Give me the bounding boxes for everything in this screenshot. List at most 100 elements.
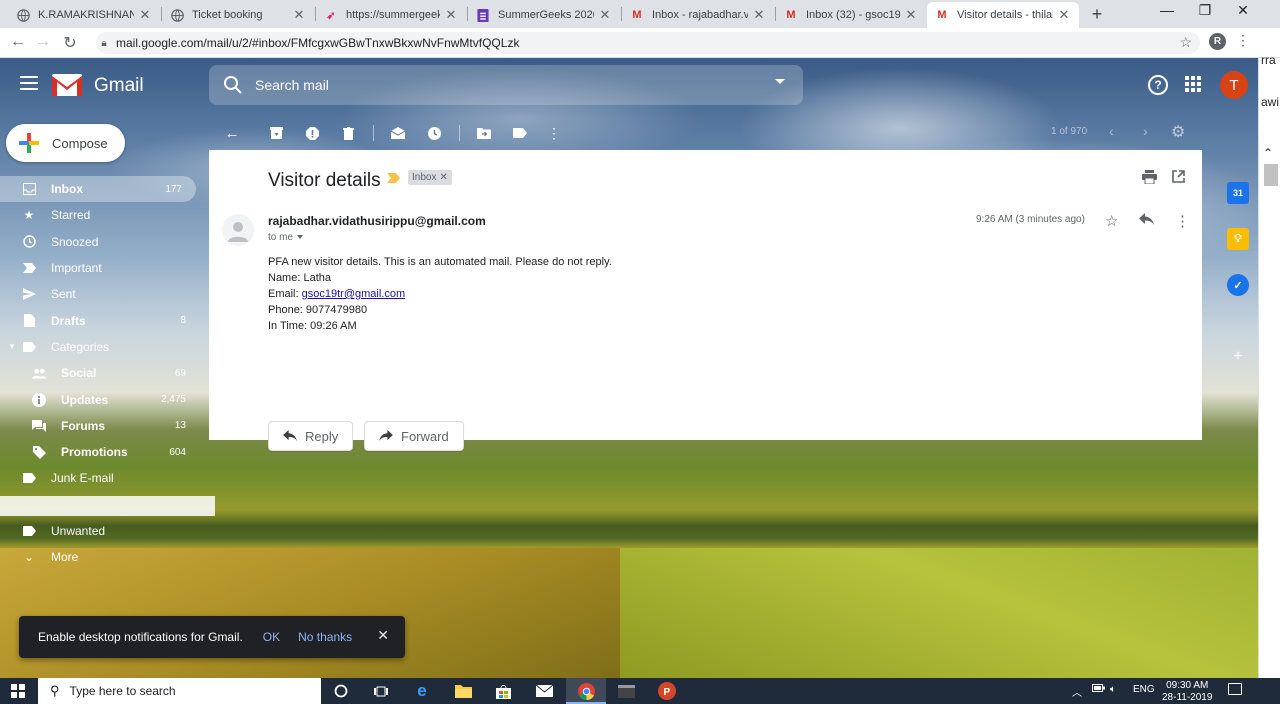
- compose-button[interactable]: Compose: [6, 124, 125, 162]
- report-spam-icon[interactable]: [303, 124, 321, 142]
- archive-icon[interactable]: [267, 124, 285, 142]
- sender-avatar[interactable]: [222, 214, 254, 246]
- powerpoint-icon[interactable]: P: [658, 682, 676, 700]
- labels-icon[interactable]: [511, 124, 529, 142]
- browser-tab[interactable]: K.RAMAKRISHNAN GR ✕: [8, 2, 160, 28]
- url-bar[interactable]: 🔒︎ mail.google.com/mail/u/2/#inbox/FMfcg…: [96, 32, 1200, 54]
- nav-item-important[interactable]: Important: [0, 255, 200, 281]
- close-icon[interactable]: ✕: [444, 7, 458, 23]
- nav-item-social[interactable]: Social 69: [0, 360, 200, 386]
- show-hidden-icons-chevron-icon[interactable]: ︿: [1072, 684, 1082, 699]
- remove-label-icon[interactable]: ✕: [439, 172, 447, 183]
- star-icon[interactable]: ☆: [1105, 212, 1118, 230]
- nav-item-snoozed[interactable]: Snoozed: [0, 229, 200, 255]
- add-addon-icon[interactable]: +: [1227, 346, 1249, 368]
- forward-button[interactable]: Forward: [364, 421, 464, 451]
- chrome-icon[interactable]: [577, 682, 595, 700]
- main-menu-icon[interactable]: [20, 76, 38, 90]
- nav-item-promotions[interactable]: Promotions 604: [0, 439, 200, 465]
- scroll-up-chevron-icon[interactable]: ⌃: [1263, 146, 1273, 160]
- caret-down-icon[interactable]: ▼: [8, 342, 16, 351]
- search-options-icon[interactable]: [775, 79, 785, 84]
- bookmark-star-icon[interactable]: ☆: [1179, 34, 1192, 51]
- nav-item-more[interactable]: ⌄ More: [0, 544, 200, 570]
- more-actions-icon[interactable]: ⋮: [545, 124, 563, 142]
- store-icon[interactable]: [494, 682, 512, 700]
- mark-unread-icon[interactable]: [389, 124, 407, 142]
- nav-item-junk-email[interactable]: Junk E-mail: [0, 465, 200, 491]
- keep-icon[interactable]: 💡︎: [1227, 228, 1249, 250]
- browser-tab[interactable]: M Inbox - rajabadhar.vida ✕: [622, 2, 774, 28]
- close-icon[interactable]: ✕: [377, 627, 389, 644]
- forward-arrow-icon[interactable]: →: [33, 33, 53, 51]
- nav-item-unwanted[interactable]: Unwanted: [0, 518, 200, 544]
- action-center-icon[interactable]: [1228, 683, 1242, 695]
- nav-item-categories[interactable]: ▼ Categories: [0, 334, 200, 360]
- browser-tab-active[interactable]: M Visitor details - thilaka ✕: [927, 2, 1079, 28]
- move-to-icon[interactable]: [475, 124, 493, 142]
- nav-item-starred[interactable]: ★ Starred: [0, 202, 200, 228]
- help-icon[interactable]: ?: [1148, 75, 1168, 95]
- nav-item-sent[interactable]: Sent: [0, 281, 200, 307]
- recipients-toggle[interactable]: to me: [268, 232, 304, 243]
- tasks-icon[interactable]: ✓: [1227, 274, 1249, 296]
- nav-item-forums[interactable]: Forums 13: [0, 413, 200, 439]
- account-avatar[interactable]: T: [1220, 71, 1248, 99]
- snooze-icon[interactable]: [425, 124, 443, 142]
- open-new-window-icon[interactable]: [1172, 170, 1185, 187]
- reply-arrow-icon[interactable]: [1139, 212, 1154, 229]
- edge-icon[interactable]: e: [413, 681, 431, 700]
- terminal-icon[interactable]: [617, 682, 635, 700]
- more-options-icon[interactable]: ⋮: [1175, 212, 1190, 230]
- sender-address[interactable]: rajabadhar.vidathusirippu@gmail.com: [268, 214, 486, 228]
- minimize-button[interactable]: —: [1152, 2, 1182, 18]
- windows-start-icon[interactable]: [11, 684, 25, 698]
- browser-tab[interactable]: M Inbox (32) - gsoc19tr@ ✕: [776, 2, 926, 28]
- window-close-button[interactable]: ✕: [1228, 2, 1258, 19]
- apps-grid-icon[interactable]: [1185, 76, 1201, 92]
- new-tab-button[interactable]: +: [1088, 4, 1106, 25]
- scrollbar-thumb[interactable]: [1264, 164, 1278, 186]
- important-marker-icon[interactable]: [387, 173, 400, 183]
- search-box[interactable]: [209, 65, 803, 105]
- toast-no-thanks-button[interactable]: No thanks: [298, 630, 352, 644]
- search-input[interactable]: [255, 75, 755, 95]
- nav-item-updates[interactable]: Updates 2,475: [0, 386, 200, 412]
- close-icon[interactable]: ✕: [752, 7, 766, 23]
- task-view-icon[interactable]: [372, 682, 390, 700]
- close-icon[interactable]: ✕: [904, 7, 918, 23]
- mail-icon[interactable]: [535, 682, 553, 700]
- back-to-inbox-icon[interactable]: ←: [223, 124, 241, 142]
- settings-gear-icon[interactable]: ⚙: [1171, 122, 1185, 142]
- email-link[interactable]: gsoc19tr@gmail.com: [302, 288, 405, 300]
- close-icon[interactable]: ✕: [598, 7, 612, 23]
- close-icon[interactable]: ✕: [1057, 7, 1071, 23]
- reply-button[interactable]: Reply: [268, 421, 354, 451]
- calendar-icon[interactable]: 31: [1227, 182, 1249, 204]
- back-arrow-icon[interactable]: ←: [8, 33, 28, 51]
- chrome-menu-icon[interactable]: ⋮: [1236, 32, 1250, 49]
- chrome-profile-avatar[interactable]: R: [1209, 33, 1226, 50]
- restore-button[interactable]: ❐: [1190, 2, 1220, 19]
- close-icon[interactable]: ✕: [138, 7, 152, 23]
- system-clock[interactable]: 09:30 AM 28-11-2019: [1162, 680, 1212, 704]
- cortana-icon[interactable]: [332, 682, 350, 700]
- nav-item-inbox[interactable]: Inbox 177: [0, 176, 196, 203]
- newer-chevron-icon[interactable]: ‹: [1109, 123, 1114, 139]
- older-chevron-icon[interactable]: ›: [1143, 123, 1148, 139]
- close-icon[interactable]: ✕: [292, 7, 306, 23]
- browser-tab[interactable]: SummerGeeks 2020 | S ✕: [468, 2, 620, 28]
- battery-icon[interactable]: [1092, 684, 1105, 695]
- print-icon[interactable]: [1142, 170, 1157, 188]
- browser-tab[interactable]: Ticket booking ✕: [162, 2, 314, 28]
- language-indicator[interactable]: ENG: [1133, 684, 1155, 695]
- delete-icon[interactable]: [339, 124, 357, 142]
- reload-icon[interactable]: ↻: [60, 33, 80, 53]
- taskbar-search[interactable]: ⚲ Type here to search: [38, 678, 321, 704]
- browser-tab[interactable]: ➶ https://summergeeks.i ✕: [316, 2, 466, 28]
- search-icon[interactable]: [223, 75, 243, 95]
- toast-ok-button[interactable]: OK: [263, 630, 280, 644]
- volume-icon[interactable]: 🔈︎: [1110, 684, 1116, 695]
- file-explorer-icon[interactable]: [454, 682, 472, 700]
- nav-item-drafts[interactable]: Drafts 8: [0, 307, 200, 333]
